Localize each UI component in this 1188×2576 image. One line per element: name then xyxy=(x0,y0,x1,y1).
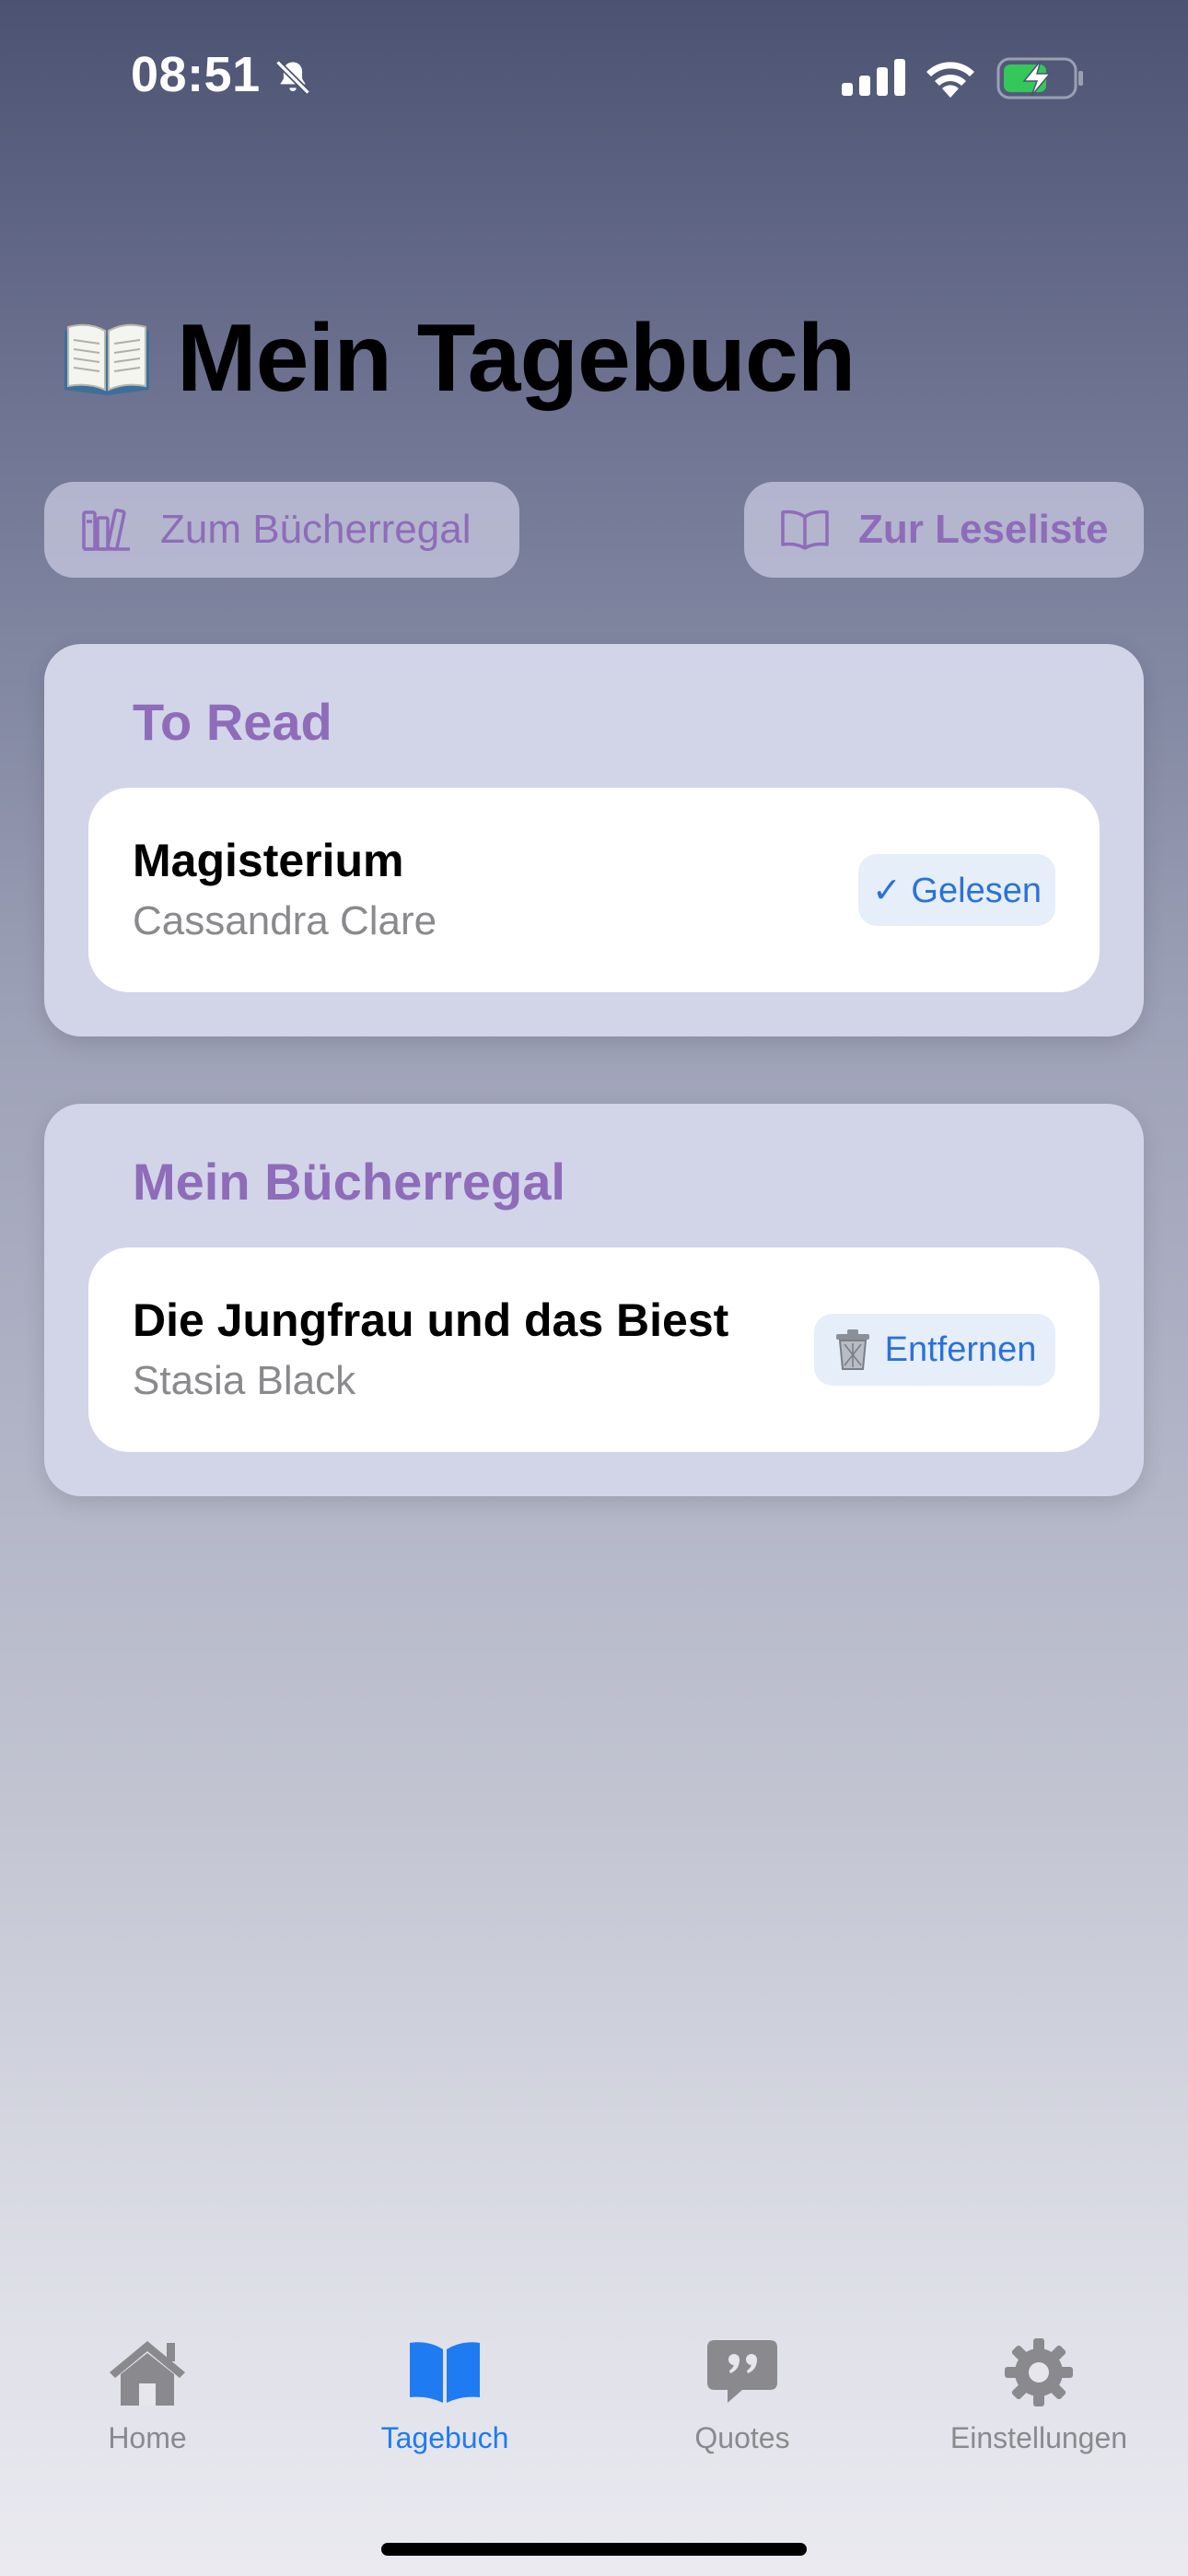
to-read-section: To Read Magisterium Cassandra Clare ✓ Ge… xyxy=(44,644,1144,1036)
open-book-icon xyxy=(61,318,153,401)
tab-diary[interactable]: Tagebuch xyxy=(307,2331,583,2455)
battery-charging-icon xyxy=(996,57,1085,104)
to-bookshelf-label: Zum Bücherregal xyxy=(160,507,472,552)
wifi-icon xyxy=(923,55,978,102)
mark-read-label: ✓ Gelesen xyxy=(872,871,1042,910)
status-bar: 08:51 xyxy=(0,0,1188,157)
to-reading-list-button[interactable]: Zur Leseliste xyxy=(744,482,1144,578)
mark-read-button[interactable]: ✓ Gelesen xyxy=(858,854,1055,926)
page-title: Mein Tagebuch xyxy=(61,304,856,414)
gear-icon xyxy=(997,2331,1080,2414)
tab-bar: Home Tagebuch Quotes Einstellungen xyxy=(0,2331,1188,2576)
book-author: Cassandra Clare xyxy=(133,898,437,943)
cellular-signal-icon xyxy=(842,59,906,100)
to-reading-list-label: Zur Leseliste xyxy=(858,507,1109,552)
book-title: Magisterium xyxy=(133,835,404,886)
trash-can-icon xyxy=(835,1329,869,1370)
tab-home[interactable]: Home xyxy=(9,2331,285,2455)
section-title: Mein Bücherregal xyxy=(133,1153,565,1211)
bookshelf-section: Mein Bücherregal Die Jungfrau und das Bi… xyxy=(44,1104,1144,1496)
tab-diary-label: Tagebuch xyxy=(380,2421,509,2454)
book-open-icon xyxy=(781,509,829,550)
remove-label: Entfernen xyxy=(884,1329,1037,1369)
tab-quotes[interactable]: Quotes xyxy=(604,2331,880,2455)
tab-settings-label: Einstellungen xyxy=(949,2421,1128,2454)
remove-button[interactable]: Entfernen xyxy=(814,1314,1055,1386)
book-row[interactable]: Magisterium Cassandra Clare ✓ Gelesen xyxy=(88,788,1100,992)
tab-quotes-label: Quotes xyxy=(694,2421,790,2454)
bell-off-icon xyxy=(273,57,313,102)
book-icon xyxy=(403,2331,486,2414)
quote-bubble-icon xyxy=(701,2331,784,2414)
status-time: 08:51 xyxy=(131,47,261,102)
tab-home-label: Home xyxy=(108,2421,187,2454)
home-indicator[interactable] xyxy=(381,2543,807,2556)
tab-settings[interactable]: Einstellungen xyxy=(901,2331,1177,2455)
book-row[interactable]: Die Jungfrau und das Biest Stasia Black … xyxy=(88,1247,1100,1452)
section-title: To Read xyxy=(133,693,332,751)
book-title: Die Jungfrau und das Biest xyxy=(133,1294,729,1346)
house-icon xyxy=(106,2331,189,2414)
books-icon xyxy=(82,509,130,551)
page-title-text: Mein Tagebuch xyxy=(177,305,856,412)
to-bookshelf-button[interactable]: Zum Bücherregal xyxy=(44,482,519,578)
book-author: Stasia Black xyxy=(133,1358,356,1403)
